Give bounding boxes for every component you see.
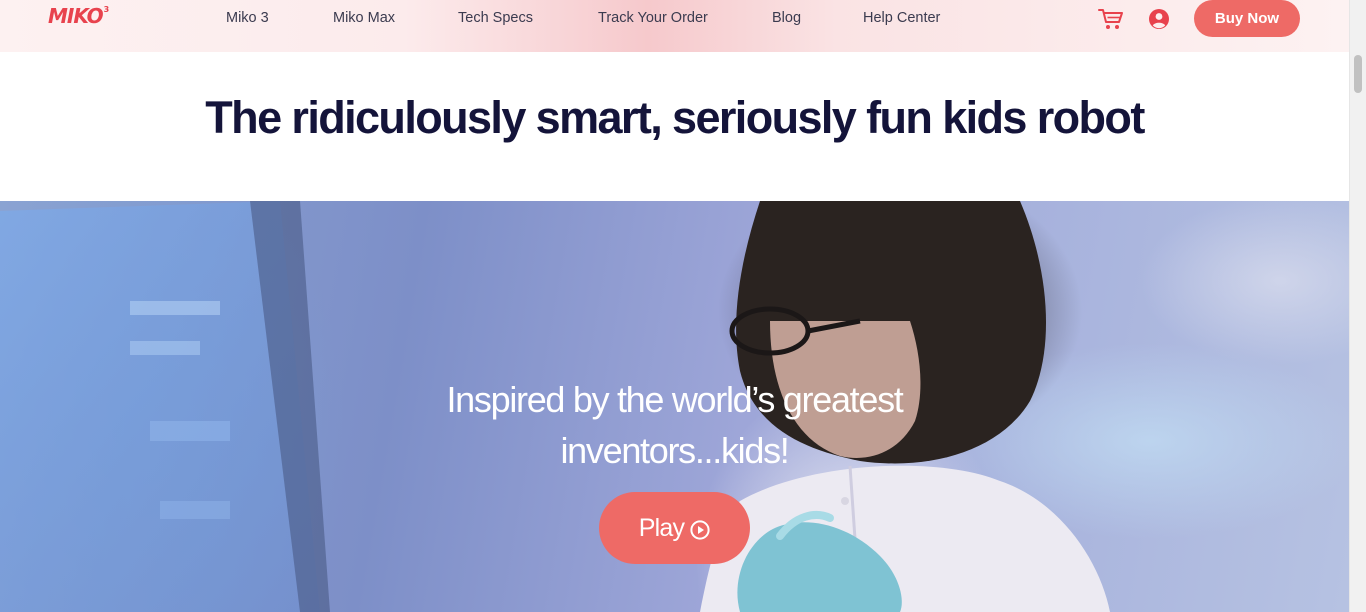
hero-robot-toy xyxy=(737,511,902,612)
hero-title-line-2: inventors...kids! xyxy=(560,430,789,471)
nav-link-tech-specs[interactable]: Tech Specs xyxy=(458,9,533,27)
nav-link-miko-max[interactable]: Miko Max xyxy=(333,9,395,27)
play-video-button[interactable]: Play xyxy=(599,492,750,564)
top-navbar: MIKO 3 Miko 3 Miko Max Tech Specs Track … xyxy=(0,0,1349,52)
hero-title: Inspired by the world’s greatest invento… xyxy=(0,374,1349,476)
nav-link-miko-3[interactable]: Miko 3 xyxy=(226,9,269,27)
play-circle-icon xyxy=(690,518,710,540)
nav-link-track-your-order[interactable]: Track Your Order xyxy=(598,9,708,27)
page: MIKO 3 Miko 3 Miko Max Tech Specs Track … xyxy=(0,0,1366,612)
logo-superscript: 3 xyxy=(103,5,110,14)
nav-link-blog[interactable]: Blog xyxy=(772,9,801,27)
logo-wordmark: MIKO xyxy=(48,4,104,28)
shopping-cart-icon[interactable] xyxy=(1098,7,1124,31)
user-account-icon[interactable] xyxy=(1148,8,1170,30)
play-button-label: Play xyxy=(638,513,685,542)
headline-section: The ridiculously smart, seriously fun ki… xyxy=(0,52,1349,201)
miko-logo[interactable]: MIKO 3 xyxy=(48,4,109,34)
page-headline: The ridiculously smart, seriously fun ki… xyxy=(205,92,1145,143)
scrollbar-thumb[interactable] xyxy=(1354,55,1362,93)
hero-title-line-1: Inspired by the world’s greatest xyxy=(446,379,903,420)
nav-link-help-center[interactable]: Help Center xyxy=(863,9,940,27)
vertical-scrollbar[interactable] xyxy=(1349,0,1366,612)
hero-video-banner: Inspired by the world’s greatest invento… xyxy=(0,201,1349,612)
buy-now-button[interactable]: Buy Now xyxy=(1194,0,1300,37)
